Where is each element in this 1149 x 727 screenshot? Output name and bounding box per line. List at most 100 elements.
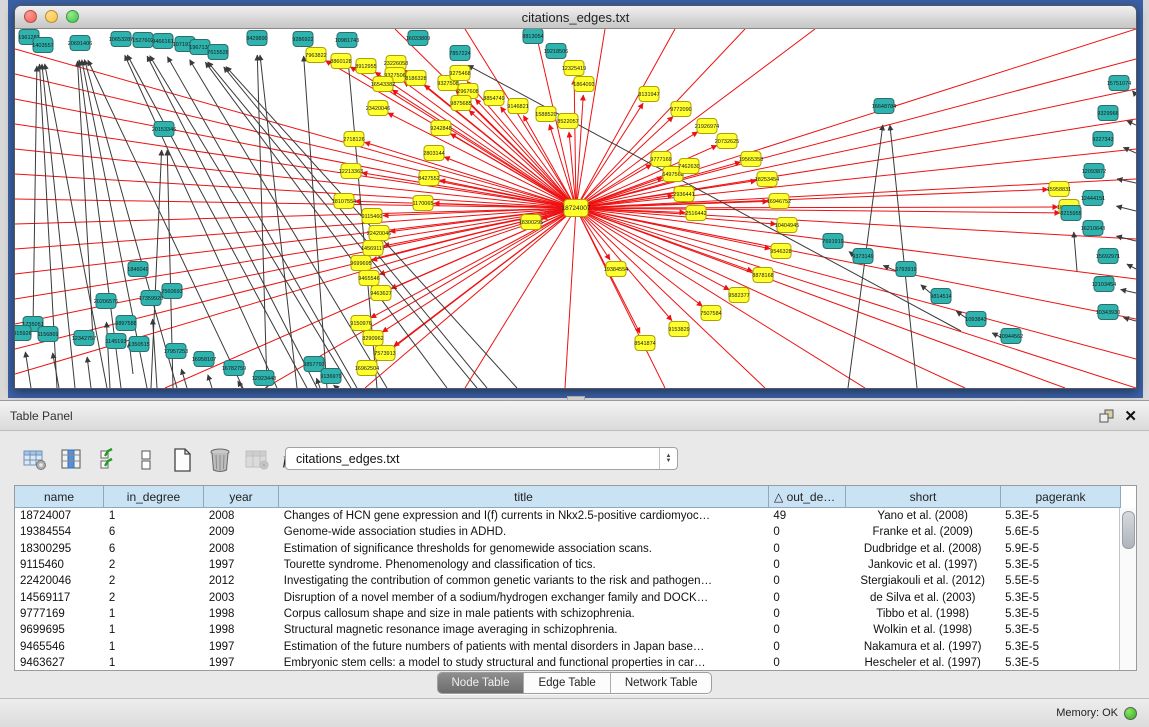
table-row[interactable]: 969969511998Structural magnetic resonanc…	[15, 622, 1120, 638]
column-header[interactable]: short	[846, 486, 1001, 508]
table-row[interactable]: 1938455462009Genome-wide association stu…	[15, 524, 1120, 540]
network-node[interactable]: 8522057	[557, 114, 578, 129]
network-node[interactable]: 9242848	[430, 121, 451, 136]
network-node[interactable]: 20206576	[94, 294, 118, 309]
network-node[interactable]: 9875685	[450, 96, 471, 111]
new-table-icon[interactable]	[170, 447, 196, 473]
scrollbar-thumb[interactable]	[1122, 511, 1135, 549]
network-node[interactable]: 22420046	[367, 226, 391, 241]
network-node[interactable]: 20691406	[68, 36, 92, 51]
network-node[interactable]: 8813054	[522, 29, 543, 44]
column-header[interactable]: name	[15, 486, 104, 508]
network-node[interactable]: 8427552	[418, 171, 439, 186]
network-node[interactable]: 7615528	[207, 45, 228, 60]
network-node[interactable]: 9227343	[1092, 132, 1113, 147]
network-node[interactable]: 16782759	[222, 361, 246, 376]
network-node[interactable]: 8860128	[330, 54, 351, 69]
network-node[interactable]: 9275468	[449, 66, 470, 81]
network-node[interactable]: 17359928	[139, 291, 163, 306]
network-node[interactable]: 20732625	[715, 134, 739, 149]
network-node[interactable]: 2803144	[423, 146, 444, 161]
network-node[interactable]: 2936441	[673, 187, 694, 202]
network-node[interactable]: 7857224	[449, 46, 470, 61]
network-node[interactable]: 9777169	[650, 152, 671, 167]
network-node[interactable]: 12444151	[1081, 191, 1105, 206]
network-node[interactable]: 21926974	[695, 119, 719, 134]
network-node[interactable]: 9373149	[852, 249, 873, 264]
network-node[interactable]: 1846049	[127, 262, 148, 277]
network-node[interactable]: 8912955	[355, 59, 376, 74]
table-row[interactable]: 1872400712008Changes of HCN gene express…	[15, 508, 1120, 524]
network-node[interactable]: 18107554	[332, 194, 356, 209]
table-row[interactable]: 2242004622012Investigating the contribut…	[15, 573, 1120, 589]
close-window-button[interactable]	[24, 10, 37, 23]
network-node[interactable]: 10944562	[999, 329, 1023, 344]
network-node[interactable]: 18253454	[755, 172, 779, 187]
network-node[interactable]: 8131947	[638, 87, 659, 102]
network-node[interactable]: 3915926	[15, 326, 32, 341]
network-node[interactable]: 7507584	[700, 306, 721, 321]
network-node[interactable]: 14569117	[361, 241, 385, 256]
network-node[interactable]: 1350515	[128, 337, 149, 352]
network-node[interactable]: 19218506	[544, 44, 568, 59]
network-node[interactable]: 19384554	[604, 262, 628, 277]
memory-status-indicator-icon[interactable]	[1124, 707, 1137, 720]
network-node[interactable]: 1403557	[32, 38, 53, 53]
column-header[interactable]: title	[279, 486, 769, 508]
network-node[interactable]: 8429890	[246, 31, 267, 46]
network-node[interactable]: 18300295	[519, 215, 543, 230]
float-panel-icon[interactable]	[1099, 409, 1114, 423]
network-node[interactable]: 20153346	[152, 122, 176, 137]
network-node[interactable]: 18724007	[562, 200, 591, 217]
show-columns-icon[interactable]	[96, 447, 122, 473]
network-node[interactable]: 9466161	[152, 34, 173, 49]
network-node[interactable]: 1864093	[573, 77, 594, 92]
network-node[interactable]: 12325419	[562, 61, 586, 76]
network-node[interactable]: 2718126	[343, 132, 364, 147]
network-node[interactable]: 12103454	[1092, 277, 1116, 292]
network-node[interactable]: 9582377	[728, 288, 749, 303]
network-node[interactable]: 9699695	[350, 256, 371, 271]
table-row[interactable]: 911546021997Tourette syndrome. Phenomeno…	[15, 557, 1120, 573]
zoom-window-button[interactable]	[66, 10, 79, 23]
network-node[interactable]: 9146821	[507, 99, 528, 114]
network-node[interactable]: 23420046	[366, 101, 390, 116]
network-node[interactable]: 12923448	[252, 371, 276, 386]
network-node[interactable]: 12093872	[1082, 164, 1106, 179]
network-node[interactable]: 9463627	[370, 286, 391, 301]
table-row[interactable]: 1830029562008Estimation of significance …	[15, 541, 1120, 557]
network-node[interactable]: 9150976	[350, 316, 371, 331]
network-node[interactable]: 9153829	[668, 322, 689, 337]
network-node[interactable]: 10404945	[775, 218, 799, 233]
tab-edge-table[interactable]: Edge Table	[524, 673, 610, 693]
network-node[interactable]: 1588520	[535, 107, 556, 122]
network-node[interactable]: 10653287	[109, 32, 133, 47]
network-node[interactable]: 12213363	[339, 164, 363, 179]
close-panel-icon[interactable]: ✕	[1124, 407, 1137, 425]
network-node[interactable]: 9465546	[358, 271, 379, 286]
network-node[interactable]: 10343930	[1096, 305, 1120, 320]
network-node[interactable]: 9136979	[320, 369, 341, 384]
network-node[interactable]: 15751074	[1107, 76, 1131, 91]
network-node[interactable]: 16962504	[355, 361, 379, 376]
row-height-icon[interactable]	[133, 447, 159, 473]
network-node[interactable]: 15692971	[1096, 249, 1120, 264]
table-selector-dropdown[interactable]: citations_edges.txt ▲▼	[285, 447, 678, 470]
table-row[interactable]: 1456911722003Disruption of a novel membe…	[15, 589, 1120, 605]
network-node[interactable]: 8186328	[405, 71, 426, 86]
network-node[interactable]: 1156869	[37, 327, 58, 342]
network-node[interactable]: 8878168	[752, 268, 773, 283]
network-node[interactable]: 8290962	[362, 331, 383, 346]
network-node[interactable]: 16958107	[192, 352, 216, 367]
network-node[interactable]: 16033809	[406, 31, 430, 46]
network-node[interactable]: 1527602	[132, 33, 153, 48]
minimize-window-button[interactable]	[45, 10, 58, 23]
network-node[interactable]: 16648784	[872, 99, 896, 114]
vertical-scrollbar[interactable]	[1119, 508, 1136, 670]
network-node[interactable]: 1170065	[412, 196, 433, 211]
network-node[interactable]: 17957253	[164, 344, 188, 359]
network-node[interactable]: 9329966	[1097, 106, 1118, 121]
network-node[interactable]: 9897588	[115, 316, 136, 331]
column-header[interactable]: in_degree	[104, 486, 204, 508]
network-node[interactable]: 9772090	[670, 102, 691, 117]
